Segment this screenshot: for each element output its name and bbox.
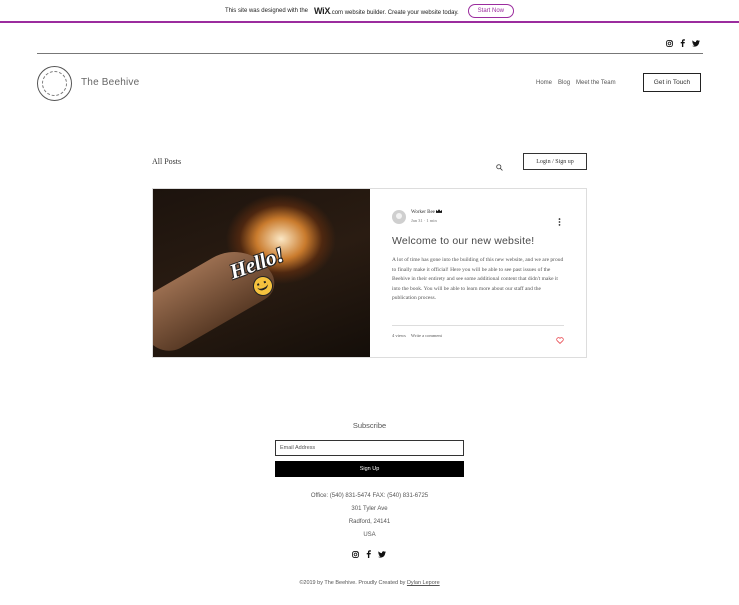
contact-info: Office: (540) 831-5474 FAX: (540) 831-67…: [0, 490, 739, 542]
facebook-icon[interactable]: [366, 550, 371, 558]
post-meta: Jan 31 · 1 min: [411, 218, 437, 223]
contact-country: USA: [363, 532, 376, 538]
wix-logo: WiX: [314, 5, 331, 16]
email-field[interactable]: [275, 440, 464, 456]
header-social-bar: [666, 39, 700, 47]
post-read-time: 1 min: [426, 218, 437, 223]
like-heart-icon[interactable]: [556, 331, 564, 349]
crown-icon: [436, 209, 443, 213]
copyright-text: ©2019 by The Beehive. Proudly Created by: [299, 580, 407, 586]
contact-city: Radford, 24141: [348, 519, 391, 525]
post-body: Worker Bee Jan 31 · 1 min Welcome to our…: [391, 189, 571, 357]
instagram-icon[interactable]: [352, 550, 359, 558]
nav-item-home[interactable]: Home: [536, 80, 552, 86]
contact-street: 301 Tyler Ave: [351, 506, 388, 512]
copyright: ©2019 by The Beehive. Proudly Created by…: [0, 580, 739, 586]
beehive-logo[interactable]: [37, 66, 72, 101]
post-date: Jan 31: [411, 218, 423, 223]
post-title[interactable]: Welcome to our new website!: [392, 235, 572, 247]
post-excerpt[interactable]: A lot of time has gone into the building…: [392, 256, 564, 306]
footer-social-bar: [352, 550, 386, 558]
sign-up-button[interactable]: Sign Up: [275, 461, 464, 477]
author-link[interactable]: Dylan Lepore: [407, 580, 440, 586]
search-icon[interactable]: [496, 158, 503, 176]
nav-item-meet-the-team[interactable]: Meet the Team: [576, 80, 616, 86]
get-in-touch-button[interactable]: Get in Touch: [643, 73, 701, 92]
more-options-icon[interactable]: [558, 213, 561, 231]
post-author[interactable]: Worker Bee: [411, 209, 443, 215]
post-divider: [392, 325, 564, 326]
author-avatar[interactable]: [392, 210, 406, 224]
write-comment-link[interactable]: Write a comment: [411, 333, 442, 338]
header-divider: [37, 53, 703, 54]
post-stats: 4 views Write a comment: [392, 333, 442, 338]
facebook-icon[interactable]: [680, 39, 685, 47]
blog-post-card[interactable]: Hello! Worker Bee Jan 31 · 1 min Welcome…: [152, 188, 587, 358]
twitter-icon[interactable]: [378, 550, 386, 558]
wix-banner: This site was designed with the WiX .com…: [0, 0, 739, 23]
main-nav: Home Blog Meet the Team: [536, 80, 616, 86]
post-cover-image[interactable]: Hello!: [153, 189, 370, 357]
twitter-icon[interactable]: [692, 39, 700, 47]
all-posts-title[interactable]: All Posts: [152, 157, 181, 166]
login-signup-button[interactable]: Login / Sign up: [523, 153, 587, 170]
start-now-button[interactable]: Start Now: [467, 3, 515, 18]
wix-banner-text: This site was designed with the: [224, 7, 309, 14]
contact-phone: Office: (540) 831-5474 FAX: (540) 831-67…: [310, 493, 429, 499]
site-name[interactable]: The Beehive: [81, 77, 139, 88]
post-views: 4 views: [392, 333, 406, 338]
subscribe-title: Subscribe: [352, 421, 387, 430]
wix-banner-text-after: .com website builder. Create your websit…: [330, 9, 459, 16]
instagram-icon[interactable]: [666, 39, 673, 47]
nav-item-blog[interactable]: Blog: [558, 80, 570, 86]
